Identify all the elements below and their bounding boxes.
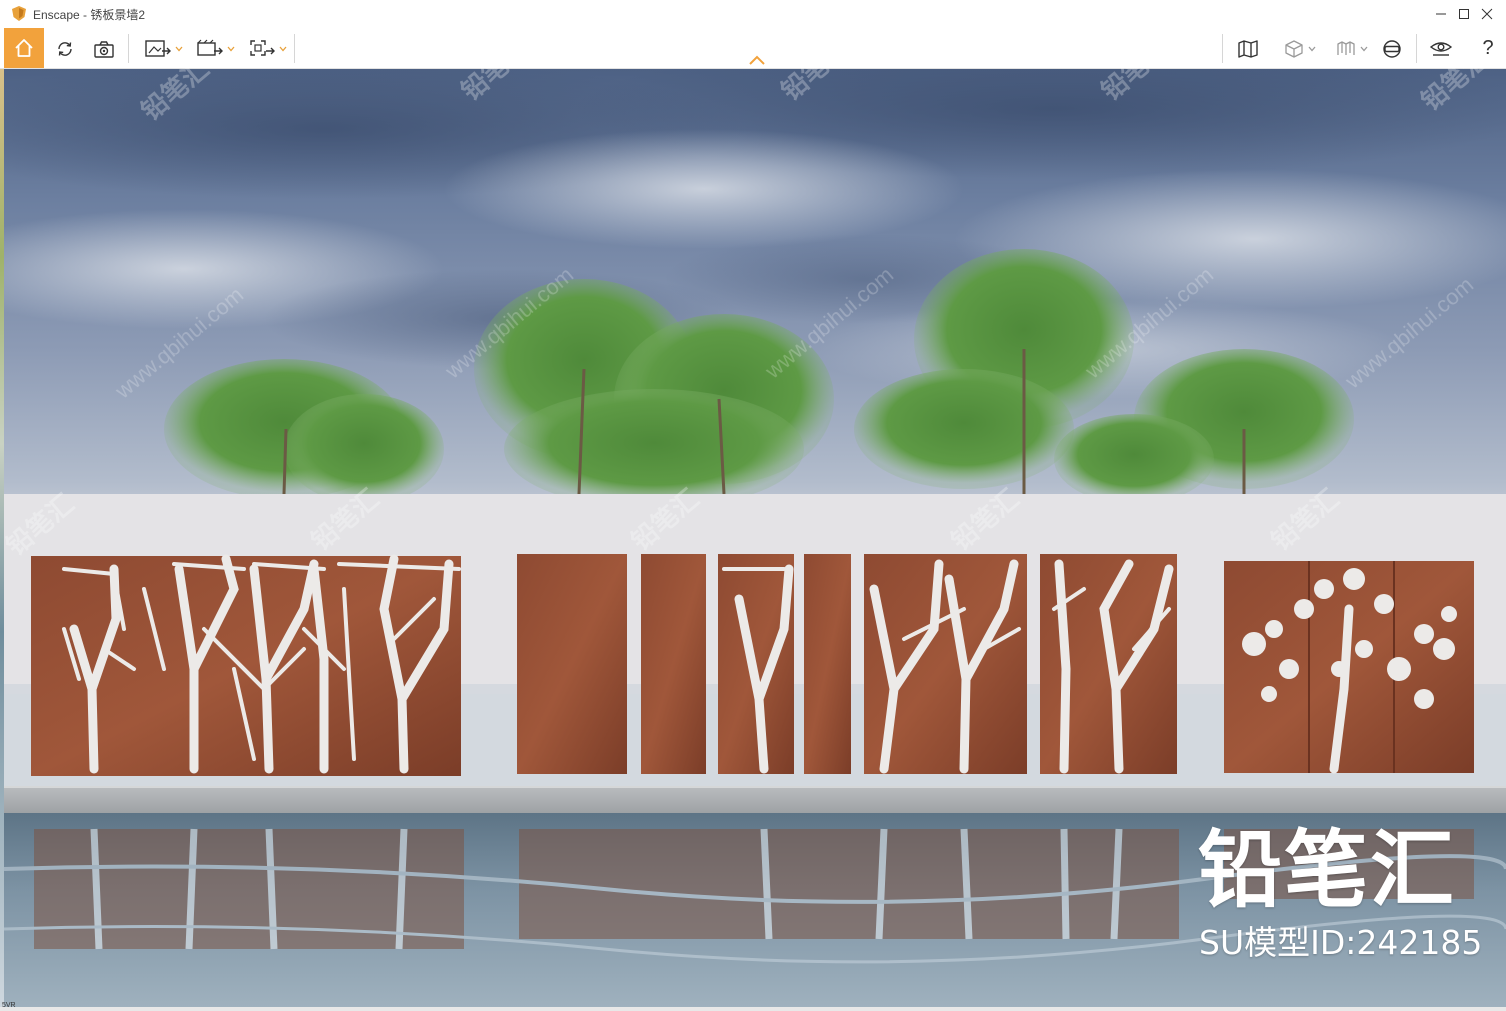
bottom-edge-strip: [0, 1007, 1506, 1011]
stone-ledge: [4, 787, 1506, 813]
toolbar-separator: [1222, 34, 1223, 63]
help-button[interactable]: ?: [1474, 30, 1502, 67]
toolbar-separator: [128, 34, 129, 63]
export-panorama-icon: [249, 39, 275, 56]
main-toolbar: ?: [0, 28, 1506, 69]
assets-button[interactable]: [1274, 30, 1324, 67]
model-id-label: SU模型ID:242185: [1199, 923, 1483, 962]
visual-settings-button[interactable]: [1426, 30, 1456, 67]
export-video-button[interactable]: [192, 30, 238, 67]
map-button[interactable]: [1234, 30, 1262, 67]
bottom-label: 5VR: [2, 1002, 16, 1009]
toolbar-separator: [294, 34, 295, 63]
vr-button[interactable]: [1378, 30, 1406, 67]
screenshot-button[interactable]: [90, 30, 118, 67]
views-button[interactable]: [1326, 30, 1376, 67]
chevron-down-icon: [1360, 46, 1367, 51]
brand-watermark: 铅笔汇: [1198, 821, 1457, 919]
enscape-logo-icon: [12, 6, 26, 21]
window-title: Enscape - 锈板景墙2: [33, 8, 146, 22]
vr-headset-icon: [1383, 39, 1401, 58]
cube-icon: [1284, 39, 1303, 58]
sync-views-button[interactable]: [52, 30, 78, 67]
chevron-down-icon: [279, 46, 286, 51]
export-panorama-button[interactable]: [244, 30, 290, 67]
chevron-down-icon: [1308, 46, 1315, 51]
export-image-icon: [144, 39, 171, 57]
chevron-down-icon: [227, 46, 234, 51]
help-icon: ?: [1482, 37, 1494, 59]
close-icon: [1481, 8, 1493, 20]
book-icon: [1336, 40, 1355, 55]
toolbar-separator: [1416, 34, 1417, 63]
home-icon: [15, 39, 33, 57]
eye-settings-icon: [1429, 41, 1453, 56]
close-button[interactable]: [1464, 0, 1506, 28]
enscape-window: Enscape - 锈板景墙2 ? 5VR 铅笔汇 铅笔汇 铅笔汇 铅笔汇 铅笔…: [0, 0, 1506, 1011]
export-image-button[interactable]: [140, 30, 186, 67]
camera-icon: [94, 40, 114, 58]
export-video-icon: [196, 39, 223, 56]
chevron-down-icon: [175, 46, 182, 51]
map-icon: [1238, 39, 1258, 58]
collapse-toolbar-chevron-up-icon[interactable]: [748, 54, 766, 66]
sync-icon: [58, 41, 72, 56]
title-bar[interactable]: Enscape - 锈板景墙2: [0, 0, 1506, 28]
home-button[interactable]: [4, 28, 44, 68]
